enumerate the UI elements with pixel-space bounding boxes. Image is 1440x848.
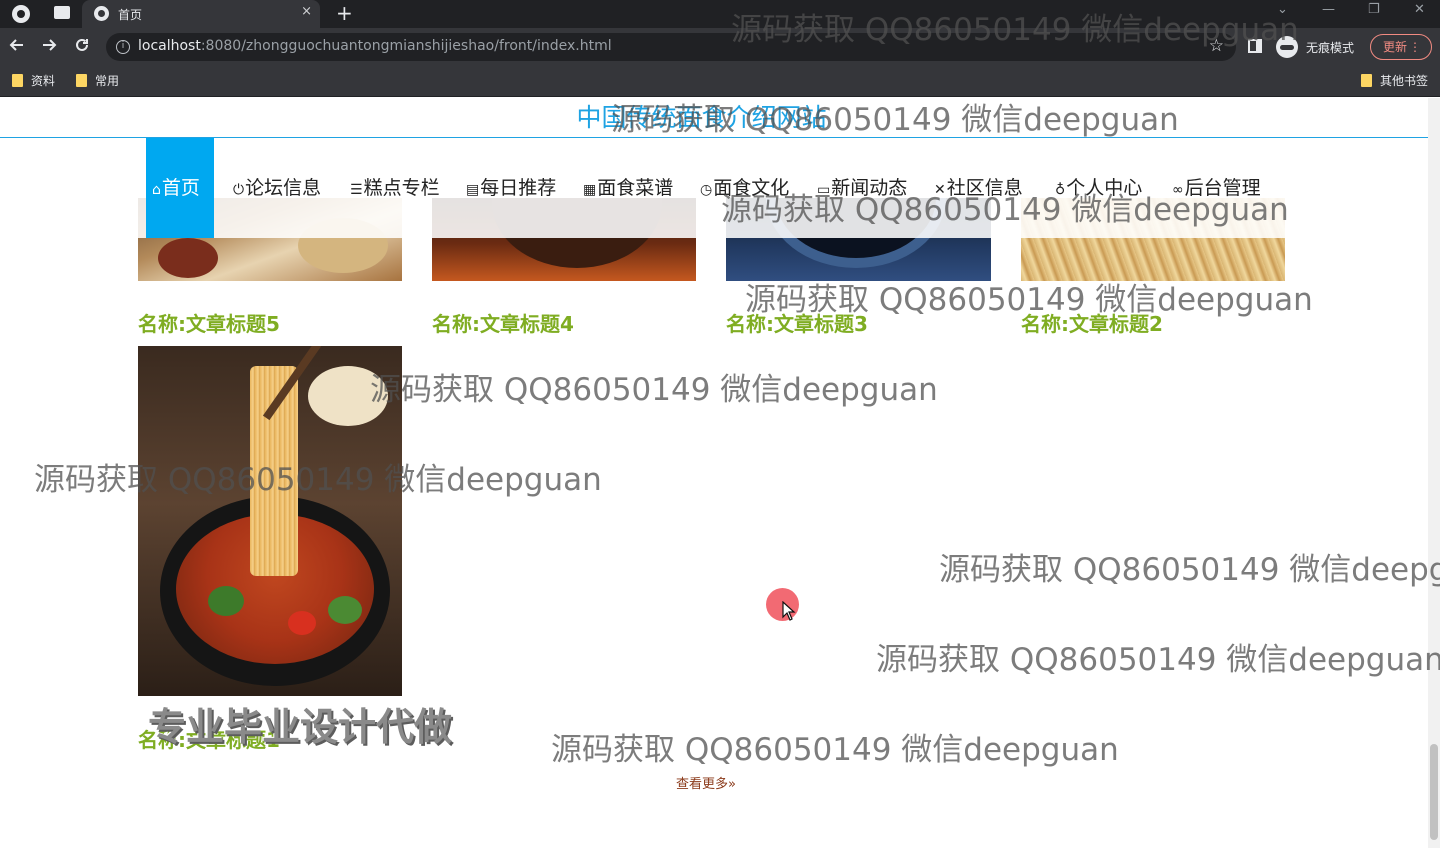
bookmark-label: 常用 bbox=[95, 74, 120, 88]
bookmark-label: 资料 bbox=[31, 74, 56, 88]
power-icon: ⏻ bbox=[233, 182, 245, 198]
article-title-2[interactable]: 名称:文章标题2 bbox=[1021, 308, 1163, 337]
nav-label: 糕点专栏 bbox=[363, 177, 440, 199]
folder-icon bbox=[1361, 74, 1372, 87]
nav-label: 个人中心 bbox=[1066, 177, 1143, 199]
news-icon: ▭ bbox=[817, 182, 831, 198]
nav-label: 首页 bbox=[161, 177, 200, 199]
side-panel-icon[interactable] bbox=[1248, 39, 1262, 53]
new-tab-button[interactable]: + bbox=[336, 1, 353, 25]
nav-item-home[interactable]: ⌂首页 bbox=[146, 138, 214, 238]
view-more-link[interactable]: 查看更多» bbox=[676, 773, 736, 792]
nav-label: 社区信息 bbox=[946, 177, 1023, 199]
nav-item-news[interactable]: ▭新闻动态 bbox=[817, 138, 907, 238]
nav-item-admin[interactable]: ∞后台管理 bbox=[1172, 138, 1261, 238]
nav-label: 新闻动态 bbox=[831, 177, 908, 199]
scrollbar-thumb[interactable] bbox=[1430, 744, 1438, 840]
nav-label: 每日推荐 bbox=[480, 177, 557, 199]
nav-item-forum[interactable]: ⏻论坛信息 bbox=[233, 138, 321, 238]
nav-label: 面食文化 bbox=[713, 177, 790, 199]
nav-item-culture[interactable]: ◷面食文化 bbox=[700, 138, 789, 238]
browser-tabstrip: 首页 × + ⌄ — ❐ ✕ bbox=[0, 0, 1440, 28]
nav-label: 论坛信息 bbox=[245, 177, 322, 199]
calendar-icon: ▤ bbox=[466, 182, 480, 198]
layers-icon: ☰ bbox=[350, 182, 363, 198]
nav-item-community[interactable]: ✕社区信息 bbox=[934, 138, 1023, 238]
url-host: localhost bbox=[138, 38, 201, 54]
article-image-1[interactable] bbox=[138, 346, 402, 696]
browser-tab[interactable]: 首页 × bbox=[82, 0, 320, 28]
user-icon: ♁ bbox=[1055, 182, 1066, 198]
nav-label: 面食菜谱 bbox=[597, 177, 674, 199]
info-icon[interactable]: i bbox=[116, 40, 130, 54]
article-title-3[interactable]: 名称:文章标题3 bbox=[726, 308, 868, 337]
main-nav: ⌂首页 ⏻论坛信息 ☰糕点专栏 ▤每日推荐 ▦面食菜谱 ◷面食文化 ▭新闻动态 … bbox=[0, 138, 1428, 238]
nav-item-recipes[interactable]: ▦面食菜谱 bbox=[583, 138, 673, 238]
site-title: 中国传统面食介绍网站 bbox=[576, 103, 827, 132]
other-bookmarks-label: 其他书签 bbox=[1380, 74, 1429, 88]
update-label: 更新 bbox=[1383, 40, 1408, 54]
nav-label: 后台管理 bbox=[1184, 177, 1261, 199]
globe-favicon-icon bbox=[94, 6, 109, 21]
article-title-5[interactable]: 名称:文章标题5 bbox=[138, 308, 280, 337]
minimize-icon[interactable]: — bbox=[1322, 2, 1335, 17]
page-viewport: 名称:文章标题5 名称:文章标题4 名称:文章标题3 名称:文章标题2 名称:文… bbox=[0, 98, 1428, 848]
menu-dots-icon: ⋮ bbox=[1409, 40, 1421, 54]
address-bar: i localhost:8080/zhongguochuantongmiansh… bbox=[0, 28, 1440, 66]
folder-icon bbox=[12, 74, 23, 87]
forward-arrow-icon[interactable] bbox=[40, 36, 58, 59]
cross-icon: ✕ bbox=[934, 182, 946, 198]
url-text: localhost:8080/zhongguochuantongmianshij… bbox=[138, 38, 612, 54]
bookmark-folder-changyong[interactable]: 常用 bbox=[76, 72, 119, 90]
article-title-4[interactable]: 名称:文章标题4 bbox=[432, 308, 574, 337]
incognito-label: 无痕模式 bbox=[1306, 41, 1355, 55]
page-scrollbar[interactable] bbox=[1428, 98, 1440, 848]
nav-item-pastry[interactable]: ☰糕点专栏 bbox=[350, 138, 440, 238]
clock-icon: ◷ bbox=[700, 182, 713, 198]
incognito-icon bbox=[1276, 36, 1298, 58]
tab-dropdown-icon[interactable]: ⌄ bbox=[1277, 2, 1288, 17]
chrome-logo-icon bbox=[12, 5, 30, 23]
url-input[interactable]: i localhost:8080/zhongguochuantongmiansh… bbox=[106, 33, 1236, 61]
restore-icon[interactable]: ❐ bbox=[1368, 2, 1380, 17]
url-path: :8080/zhongguochuantongmianshijieshao/fr… bbox=[200, 38, 612, 54]
tab-title: 首页 bbox=[118, 8, 143, 22]
nav-item-daily[interactable]: ▤每日推荐 bbox=[466, 138, 556, 238]
close-window-icon[interactable]: ✕ bbox=[1414, 2, 1425, 17]
link-icon: ∞ bbox=[1172, 182, 1184, 198]
tab-search-icon[interactable] bbox=[54, 6, 70, 19]
home-icon: ⌂ bbox=[152, 182, 161, 198]
promo-overlay-text: 专业毕业设计代做 bbox=[148, 705, 453, 749]
bookmark-star-icon[interactable]: ☆ bbox=[1209, 36, 1224, 56]
reload-icon[interactable] bbox=[73, 36, 91, 59]
nav-item-profile[interactable]: ♁个人中心 bbox=[1055, 138, 1142, 238]
bookmark-folder-ziliao[interactable]: 资料 bbox=[12, 72, 55, 90]
tab-close-icon[interactable]: × bbox=[301, 4, 312, 19]
grid-icon: ▦ bbox=[583, 182, 597, 198]
other-bookmarks[interactable]: 其他书签 bbox=[1361, 72, 1428, 90]
update-button[interactable]: 更新 ⋮ bbox=[1370, 34, 1432, 60]
back-arrow-icon[interactable] bbox=[8, 36, 26, 59]
folder-icon bbox=[76, 74, 87, 87]
bookmarks-bar: 资料 常用 其他书签 bbox=[0, 66, 1440, 97]
